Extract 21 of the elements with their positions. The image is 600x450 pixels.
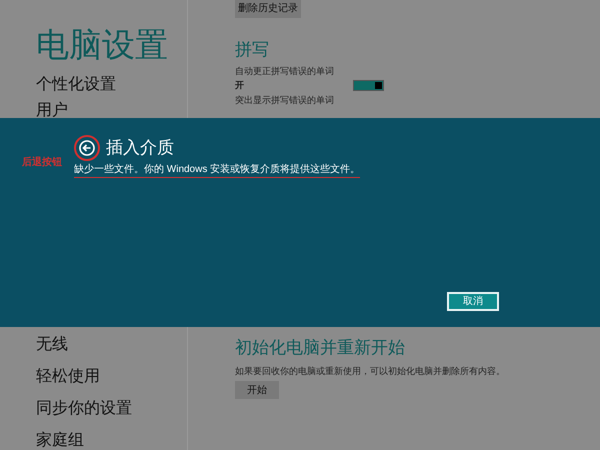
sidebar-item[interactable]: 用户 [36,102,187,120]
section-description: 如果要回收你的电脑或重新使用，可以初始化电脑并删除所有内容。 [235,366,505,377]
sidebar-item[interactable]: 无线 [36,336,187,354]
clear-history-button[interactable]: 删除历史记录 [235,0,301,18]
toggle-switch[interactable] [353,80,384,91]
setting-label: 自动更正拼写错误的单词 [235,66,335,77]
sidebar-item[interactable]: 家庭组 [36,432,187,450]
dialog-title: 插入介质 [106,138,174,158]
page-title: 电脑设置 [36,26,169,64]
setting-label: 突出显示拼写错误的单词 [235,95,335,106]
sidebar-item[interactable]: 轻松使用 [36,368,187,386]
sidebar-item[interactable]: 个性化设置 [36,76,187,94]
cancel-button[interactable]: 取消 [447,292,499,311]
section-heading: 初始化电脑并重新开始 [235,338,405,358]
annotation-label: 后退按钮 [22,157,63,169]
start-button[interactable]: 开始 [235,381,279,399]
section-heading: 拼写 [235,40,270,60]
sidebar-item[interactable]: 同步你的设置 [36,400,187,418]
dialog-message: 缺少一些文件。你的 Windows 安装或恢复介质将提供这些文件。 [74,163,360,178]
back-button[interactable] [74,135,100,161]
toggle-state-text: 开 [235,80,245,91]
